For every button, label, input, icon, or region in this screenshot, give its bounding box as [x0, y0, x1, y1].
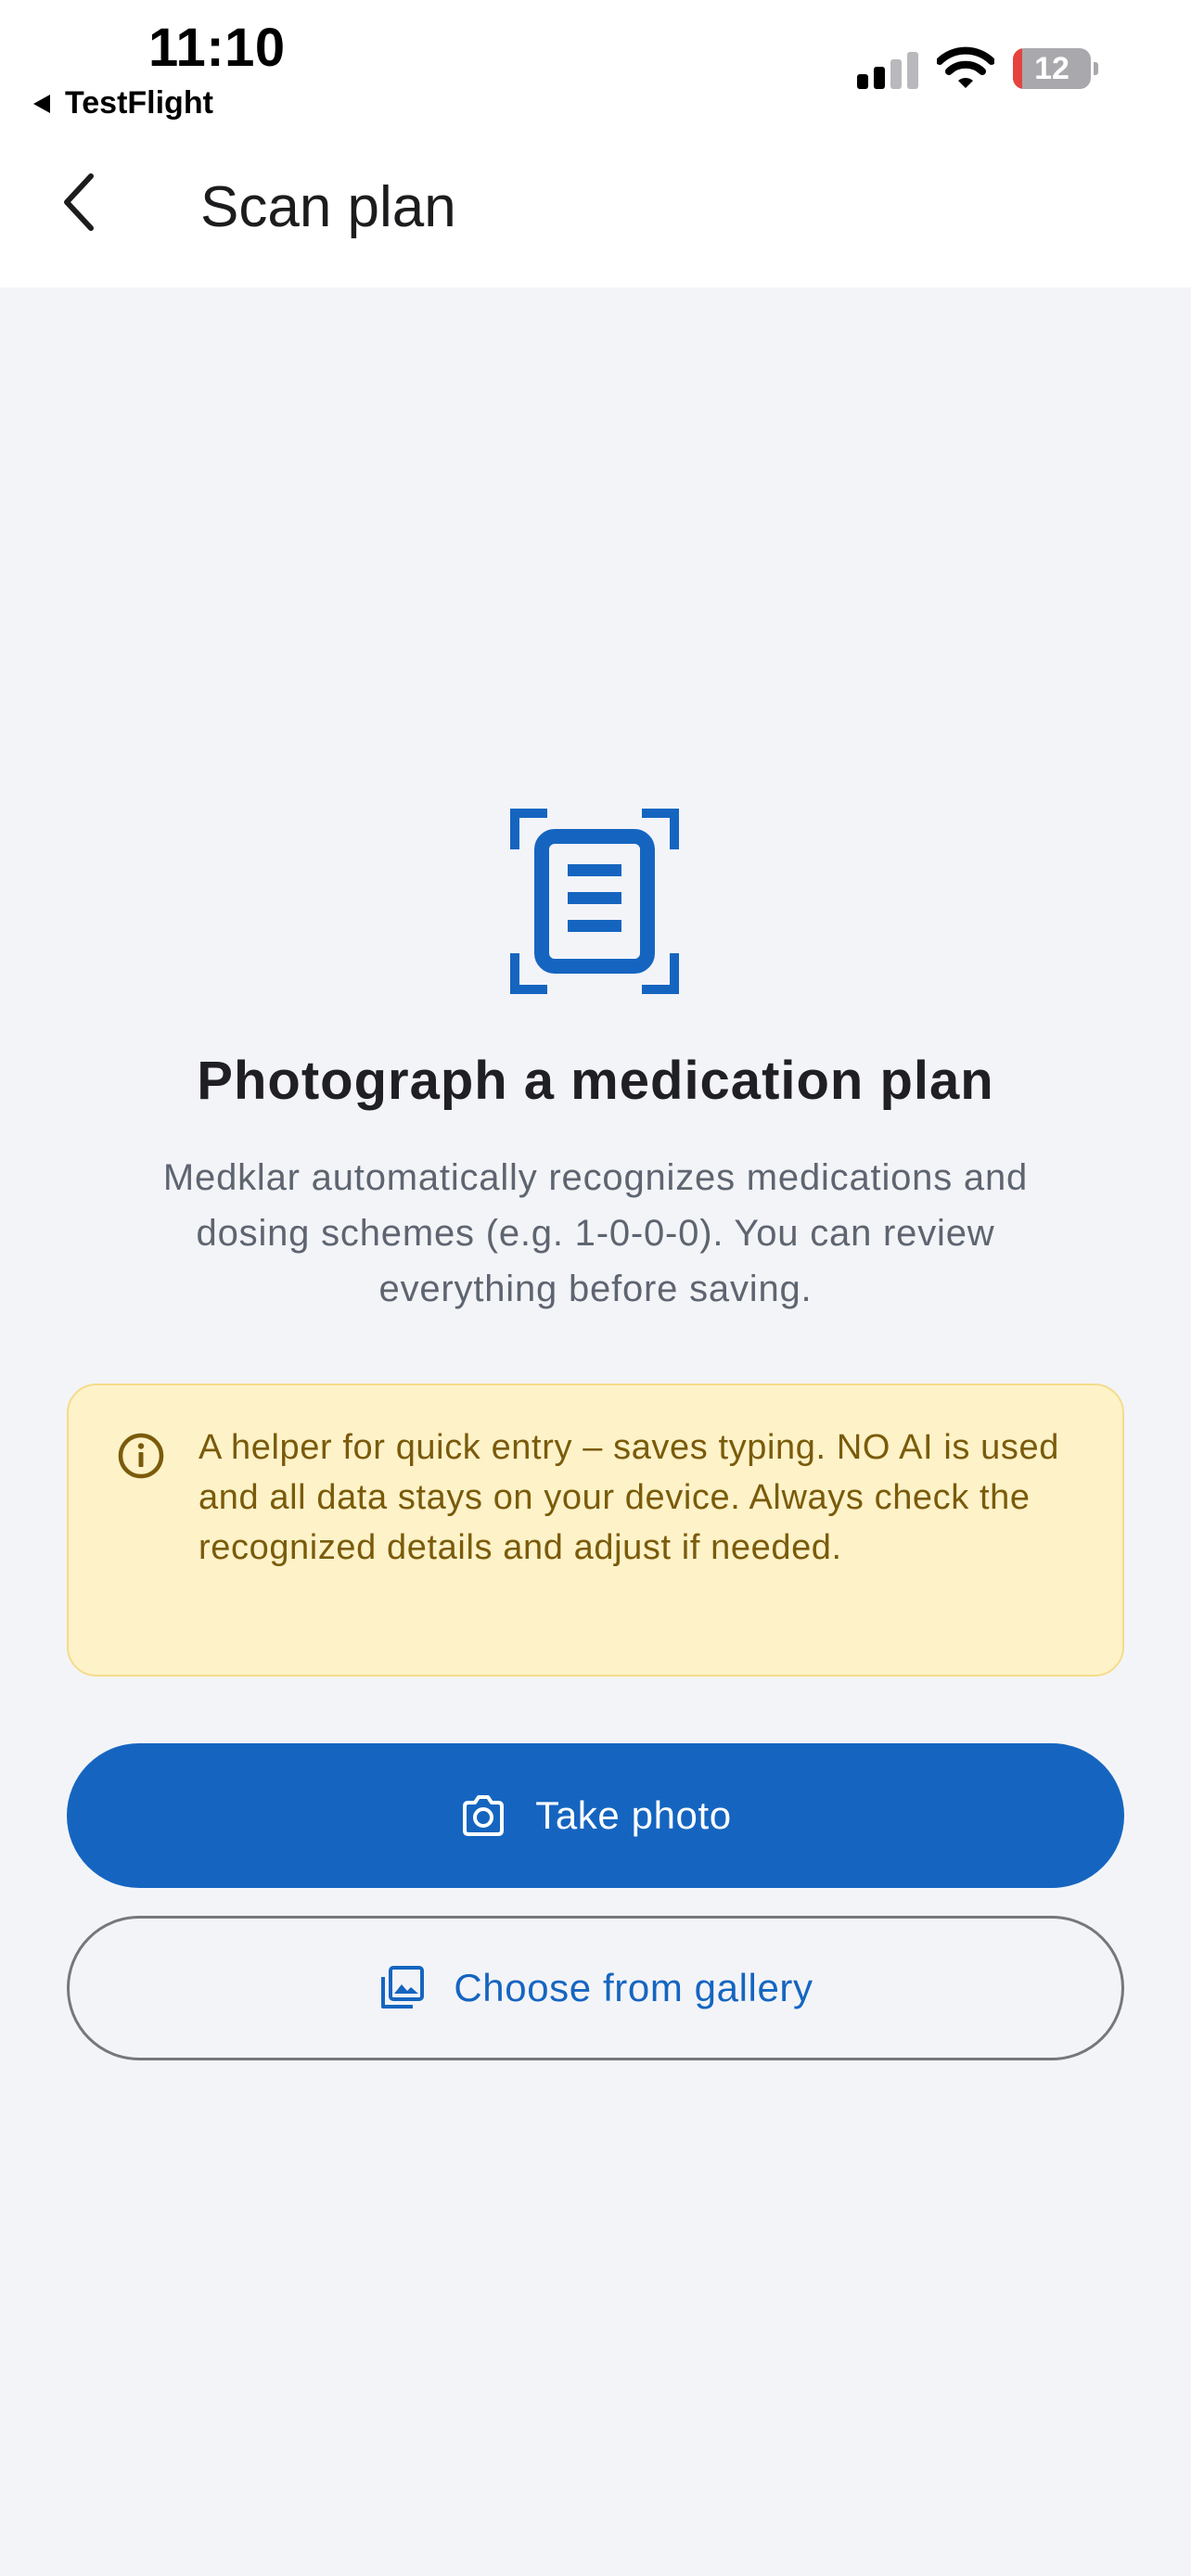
- gallery-icon: [381, 1966, 425, 2009]
- description: Medklar automatically recognizes medicat…: [162, 1157, 1029, 1309]
- battery-indicator: 12: [1013, 48, 1098, 89]
- choose-from-gallery-label: Choose from gallery: [454, 1966, 813, 2009]
- top-bar: 11:10 TestFlight 12 Scan plan: [0, 0, 1191, 287]
- status-time: 11:10: [148, 18, 286, 78]
- document-scanner-icon: [510, 809, 679, 994]
- battery-cap: [1094, 62, 1098, 75]
- info-notice: A helper for quick entry – saves typing.…: [67, 1384, 1124, 1677]
- back-triangle-icon: [33, 94, 50, 113]
- battery-level: 12: [1034, 51, 1069, 86]
- choose-from-gallery-button[interactable]: Choose from gallery: [67, 1916, 1124, 2060]
- wifi-icon: [937, 46, 994, 88]
- back-arrow-icon: [64, 173, 94, 231]
- battery-body: 12: [1013, 48, 1091, 89]
- camera-icon: [463, 1795, 505, 1836]
- take-photo-label: Take photo: [535, 1793, 732, 1837]
- status-back-app-label: TestFlight: [65, 85, 213, 121]
- status-back-to-app[interactable]: TestFlight: [33, 85, 213, 121]
- notice-text: A helper for quick entry – saves typing.…: [198, 1428, 1059, 1567]
- info-icon: [118, 1433, 164, 1479]
- headline: Photograph a medication plan: [197, 1051, 994, 1111]
- take-photo-button[interactable]: Take photo: [67, 1743, 1124, 1888]
- back-button[interactable]: [41, 165, 115, 239]
- cellular-signal-icon: [857, 52, 918, 89]
- page-title: Scan plan: [200, 175, 456, 239]
